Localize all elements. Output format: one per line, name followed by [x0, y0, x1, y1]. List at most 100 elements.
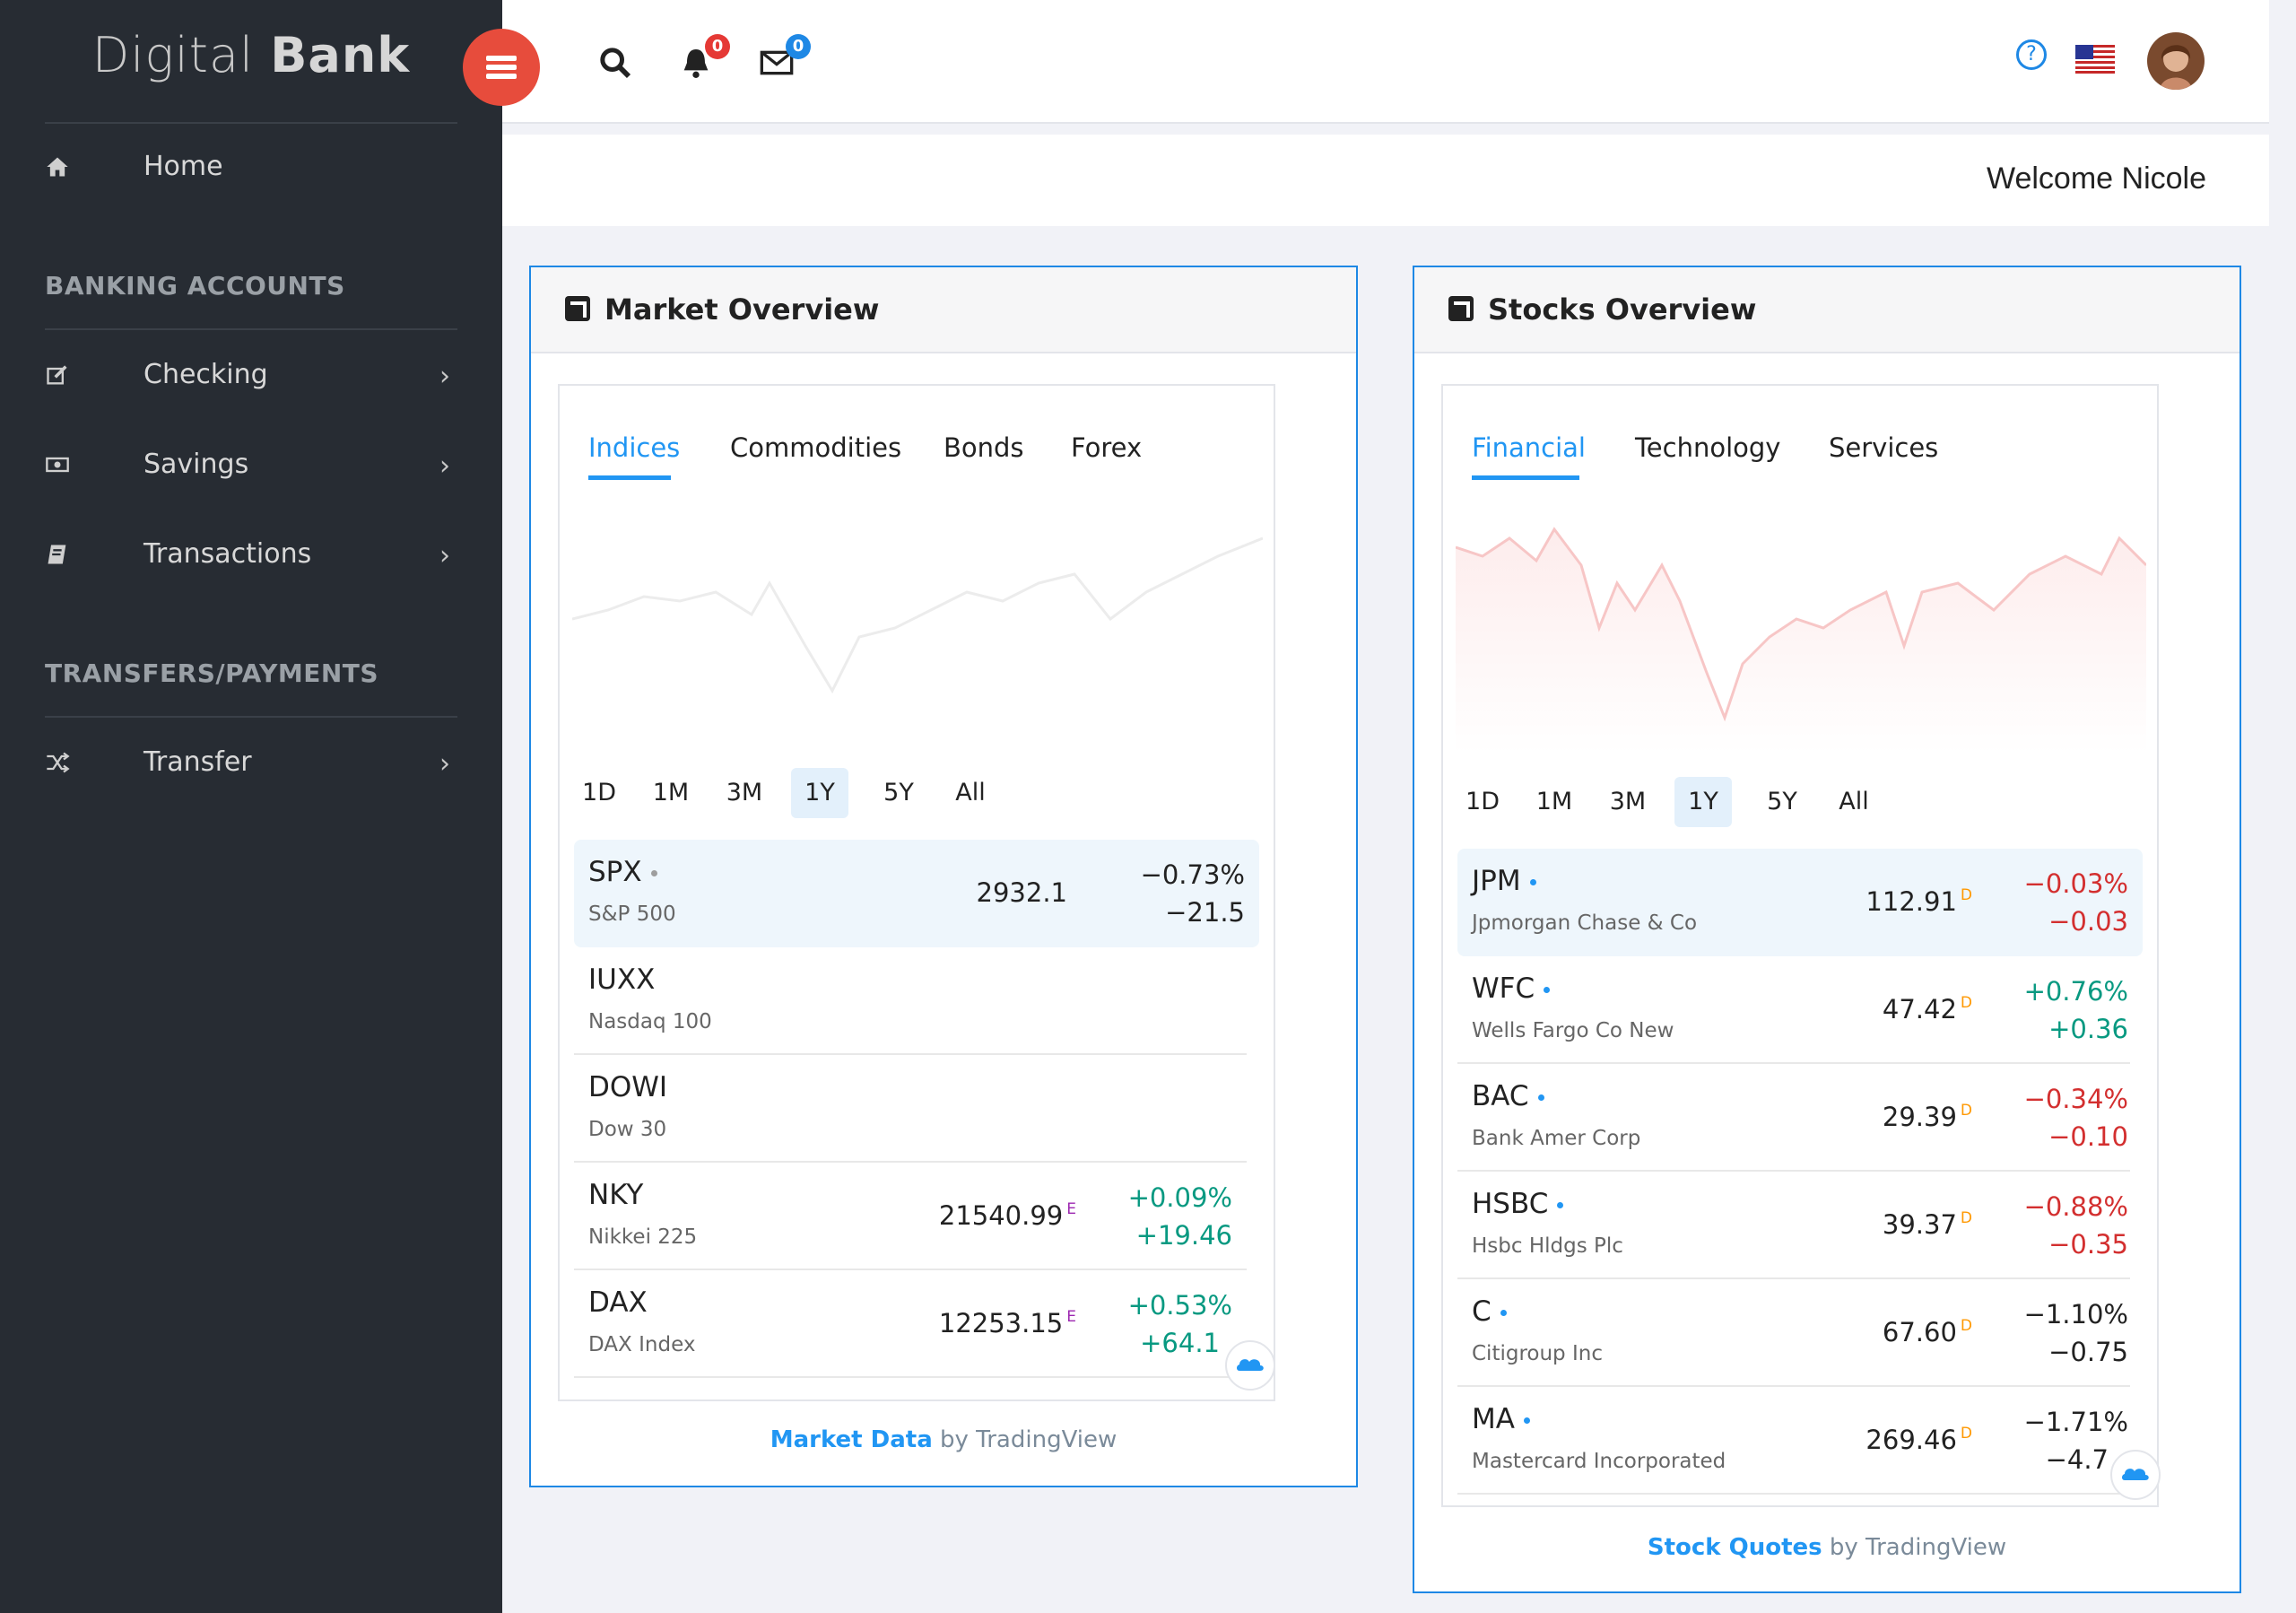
chevron-right-icon: › [439, 540, 450, 571]
card-header: Stocks Overview [1414, 267, 2239, 353]
stocks-widget: Financial Technology Services 1D 1M 3M 1… [1441, 384, 2161, 1507]
table-row[interactable]: DAX DAX Index 12253.15 E +0.53% +64.1 [574, 1270, 1247, 1378]
table-row[interactable]: HSBC Hsbc Hldgs Plc 39.37 D −0.88% −0.35 [1457, 1172, 2130, 1279]
market-widget: Indices Commodities Bonds Forex 1D 1M 3M… [558, 384, 1275, 1401]
sidebar-item-label: Savings [144, 449, 249, 480]
tab-underline [588, 475, 671, 480]
change-value: +0.36 [2048, 1014, 2128, 1044]
brand-logo[interactable]: Digital Bank [45, 27, 457, 122]
table-row[interactable]: WFC Wells Fargo Co New 47.42 D +0.76% +0.… [1457, 956, 2130, 1064]
sidebar-item-checking[interactable]: Checking › [0, 337, 502, 418]
symbol: DOWI [588, 1071, 668, 1103]
shuffle-icon [47, 752, 70, 773]
stock-quotes-link[interactable]: Stock Quotes by TradingView [1414, 1534, 2239, 1561]
link-text[interactable]: Market Data [770, 1426, 933, 1453]
menu-toggle-button[interactable] [463, 29, 540, 106]
welcome-bar: Welcome Nicole [502, 135, 2269, 226]
delay-flag: D [1960, 1102, 1972, 1120]
notification-badge: 0 [705, 34, 730, 59]
sidebar-item-transactions[interactable]: Transactions › [0, 517, 502, 597]
stocks-overview-card: Stocks Overview Financial Technology Ser… [1413, 266, 2241, 1593]
price: 39.37 [1882, 1209, 1957, 1240]
chevron-right-icon: › [439, 450, 450, 482]
symbol: C [1472, 1295, 1492, 1328]
range-1y[interactable]: 1Y [791, 768, 848, 818]
symbol-description: S&P 500 [588, 902, 676, 926]
range-all[interactable]: All [944, 768, 997, 818]
range-1m[interactable]: 1M [1527, 777, 1581, 827]
range-1d[interactable]: 1D [572, 768, 626, 818]
table-row[interactable]: BAC Bank Amer Corp 29.39 D −0.34% −0.10 [1457, 1064, 2130, 1172]
tab-technology[interactable]: Technology [1635, 432, 1780, 463]
card-header: Market Overview [531, 267, 1356, 353]
help-icon[interactable]: ? [2016, 39, 2047, 70]
change-percent: −1.10% [2023, 1299, 2128, 1330]
table-row[interactable]: MA Mastercard Incorporated 269.46 D −1.71… [1457, 1387, 2130, 1495]
range-1y[interactable]: 1Y [1674, 777, 1732, 827]
tab-indices[interactable]: Indices [588, 432, 680, 463]
change-percent: −0.73% [1140, 859, 1245, 890]
range-5y[interactable]: 5Y [872, 768, 926, 818]
range-1m[interactable]: 1M [644, 768, 698, 818]
card-title: Market Overview [604, 292, 880, 327]
symbol: DAX [588, 1286, 648, 1319]
table-row[interactable]: JPM Jpmorgan Chase & Co 112.91 D −0.03% −… [1457, 849, 2143, 956]
range-5y[interactable]: 5Y [1755, 777, 1809, 827]
delay-flag: D [1960, 886, 1972, 904]
us-flag-icon[interactable] [2075, 45, 2115, 74]
tradingview-cloud-icon[interactable] [1225, 1340, 1275, 1391]
table-row[interactable]: NKY Nikkei 225 21540.99 E +0.09% +19.46 [574, 1163, 1247, 1270]
tab-commodities[interactable]: Commodities [730, 432, 901, 463]
change-percent: +0.76% [2023, 976, 2128, 1007]
symbol-description: Wells Fargo Co New [1472, 1019, 1674, 1042]
table-row[interactable]: SPX S&P 500 2932.1 −0.73% −21.5 [574, 840, 1259, 947]
tab-underline [1472, 475, 1579, 480]
range-3m[interactable]: 3M [1601, 777, 1655, 827]
symbol-description: Jpmorgan Chase & Co [1472, 911, 1698, 935]
divider [45, 328, 457, 330]
avatar[interactable] [2147, 32, 2205, 90]
external-link-icon [1448, 296, 1474, 321]
symbol-description: Nikkei 225 [588, 1225, 698, 1249]
tradingview-cloud-icon[interactable] [2110, 1450, 2161, 1500]
range-all[interactable]: All [1827, 777, 1881, 827]
brand-light: Digital [91, 27, 271, 83]
tab-bonds[interactable]: Bonds [944, 432, 1024, 463]
stocks-mini-chart[interactable] [1456, 511, 2146, 754]
table-row[interactable]: IUXX Nasdaq 100 [574, 947, 1247, 1055]
symbol-description: Bank Amer Corp [1472, 1127, 1641, 1150]
price: 47.42 [1882, 994, 1957, 1024]
divider [45, 716, 457, 718]
delay-flag: D [1960, 1425, 1972, 1443]
table-row[interactable]: C Citigroup Inc 67.60 D −1.10% −0.75 [1457, 1279, 2130, 1387]
price: 112.91 [1866, 886, 1957, 917]
delay-flag: D [1960, 1317, 1972, 1335]
market-data-link[interactable]: Market Data by TradingView [531, 1426, 1356, 1453]
tab-services[interactable]: Services [1829, 432, 1938, 463]
range-3m[interactable]: 3M [718, 768, 771, 818]
change-percent: −0.34% [2023, 1084, 2128, 1114]
sidebar-item-home[interactable]: Home [0, 129, 502, 210]
link-text[interactable]: Stock Quotes [1648, 1534, 1822, 1561]
attribution-text[interactable]: by TradingView [1822, 1534, 2006, 1561]
sidebar-item-transfer[interactable]: Transfer › [0, 725, 502, 806]
market-mini-chart[interactable] [572, 511, 1263, 736]
search-icon[interactable] [597, 45, 633, 81]
market-overview-card: Market Overview Indices Commodities Bond… [529, 266, 1358, 1487]
attribution-text[interactable]: by TradingView [933, 1426, 1117, 1453]
symbol-description: Nasdaq 100 [588, 1010, 712, 1033]
sidebar: Digital Bank Home BANKING ACCOUNTS Check… [0, 0, 502, 1613]
exchange-flag: E [1066, 1200, 1076, 1218]
price: 2932.1 [976, 877, 1067, 908]
range-1d[interactable]: 1D [1456, 777, 1509, 827]
tab-financial[interactable]: Financial [1472, 432, 1586, 463]
sidebar-item-savings[interactable]: Savings › [0, 427, 502, 508]
delay-flag: D [1960, 1209, 1972, 1227]
section-title-transfers: TRANSFERS/PAYMENTS [45, 658, 379, 688]
scrollbar-track[interactable] [2269, 0, 2296, 1613]
book-icon [48, 545, 66, 564]
tab-forex[interactable]: Forex [1071, 432, 1142, 463]
symbol: MA [1472, 1403, 1515, 1435]
status-dot [1523, 1417, 1530, 1424]
table-row[interactable]: DOWI Dow 30 [574, 1055, 1247, 1163]
